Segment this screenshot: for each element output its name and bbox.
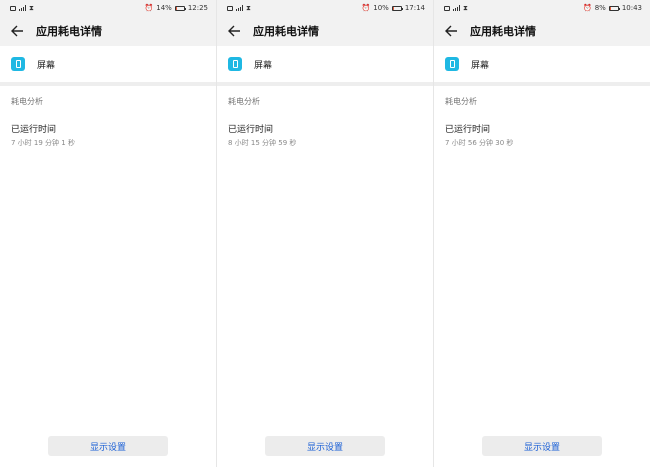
runtime-value: 7 小时 56 分钟 30 秒 <box>445 139 514 147</box>
battery-fill <box>609 6 611 10</box>
clock-time: 10:43 <box>621 4 642 12</box>
status-left: ⧗ <box>10 4 34 13</box>
section-label: 耗电分析 <box>445 97 477 106</box>
hourglass-icon: ⧗ <box>246 3 251 12</box>
hourglass-icon: ⧗ <box>463 3 468 12</box>
phone-screen-2: ⧗ ⏰ 10% 17:14 应用耗电详情 屏幕 耗电分析 已运行时间 8 小时 … <box>217 0 433 467</box>
runtime-value: 7 小时 19 分钟 1 秒 <box>11 139 75 147</box>
alarm-clock-icon: ⏰ <box>361 4 371 12</box>
phone-icon <box>11 57 25 71</box>
battery-percent: 10% <box>373 4 389 12</box>
battery-fill <box>175 6 177 10</box>
arrow-left-icon[interactable] <box>10 24 24 38</box>
status-bar: ⧗ ⏰ 14% 12:25 <box>0 0 216 16</box>
status-right: ⏰ 8% 10:43 <box>583 4 642 12</box>
phone-icon <box>228 57 242 71</box>
sim-icon <box>444 5 450 11</box>
status-bar: ⧗ ⏰ 10% 17:14 <box>217 0 433 16</box>
app-bar: 应用耗电详情 <box>434 16 650 46</box>
signal-icon <box>236 5 243 11</box>
display-settings-button[interactable]: 显示设置 <box>265 436 385 456</box>
battery-percent: 8% <box>594 4 606 12</box>
page-title: 应用耗电详情 <box>470 25 536 38</box>
section-label: 耗电分析 <box>228 97 260 106</box>
app-bar: 应用耗电详情 <box>217 16 433 46</box>
alarm-clock-icon: ⏰ <box>144 4 154 12</box>
app-name: 屏幕 <box>471 60 490 71</box>
arrow-left-icon[interactable] <box>227 24 241 38</box>
app-info-card: 屏幕 <box>217 46 433 86</box>
app-info-card: 屏幕 <box>434 46 650 86</box>
signal-icon <box>19 5 26 11</box>
status-bar: ⧗ ⏰ 8% 10:43 <box>434 0 650 16</box>
display-settings-button[interactable]: 显示设置 <box>482 436 602 456</box>
arrow-left-icon[interactable] <box>444 24 458 38</box>
signal-icon <box>453 5 460 11</box>
app-bar: 应用耗电详情 <box>0 16 216 46</box>
sim-icon <box>10 5 16 11</box>
status-left: ⧗ <box>227 4 251 13</box>
runtime-label: 已运行时间 <box>11 125 57 135</box>
section-label: 耗电分析 <box>11 97 43 106</box>
hourglass-icon: ⧗ <box>29 3 34 12</box>
status-right: ⏰ 10% 17:14 <box>362 4 425 12</box>
app-info-card: 屏幕 <box>0 46 216 86</box>
clock-time: 12:25 <box>187 4 208 12</box>
app-name: 屏幕 <box>254 60 273 71</box>
runtime-label: 已运行时间 <box>228 125 274 135</box>
clock-time: 17:14 <box>404 4 425 12</box>
phone-screen-3: ⧗ ⏰ 8% 10:43 应用耗电详情 屏幕 耗电分析 已运行时间 7 小时 5… <box>434 0 650 467</box>
sim-icon <box>227 5 233 11</box>
status-left: ⧗ <box>444 4 468 13</box>
page-title: 应用耗电详情 <box>36 25 102 38</box>
status-right: ⏰ 14% 12:25 <box>145 4 208 12</box>
display-settings-button[interactable]: 显示设置 <box>48 436 168 456</box>
battery-percent: 14% <box>156 4 172 12</box>
alarm-clock-icon: ⏰ <box>582 4 592 12</box>
phone-screen-1: ⧗ ⏰ 14% 12:25 应用耗电详情 屏幕 耗电分析 已运行时间 7 小时 … <box>0 0 216 467</box>
screens-container: ⧗ ⏰ 14% 12:25 应用耗电详情 屏幕 耗电分析 已运行时间 7 小时 … <box>0 0 650 467</box>
battery-icon <box>174 5 186 11</box>
app-name: 屏幕 <box>37 60 56 71</box>
phone-icon <box>445 57 459 71</box>
battery-icon <box>391 5 403 11</box>
page-title: 应用耗电详情 <box>253 25 319 38</box>
runtime-value: 8 小时 15 分钟 59 秒 <box>228 139 297 147</box>
battery-fill <box>392 6 394 10</box>
battery-icon <box>608 5 620 11</box>
runtime-label: 已运行时间 <box>445 125 491 135</box>
